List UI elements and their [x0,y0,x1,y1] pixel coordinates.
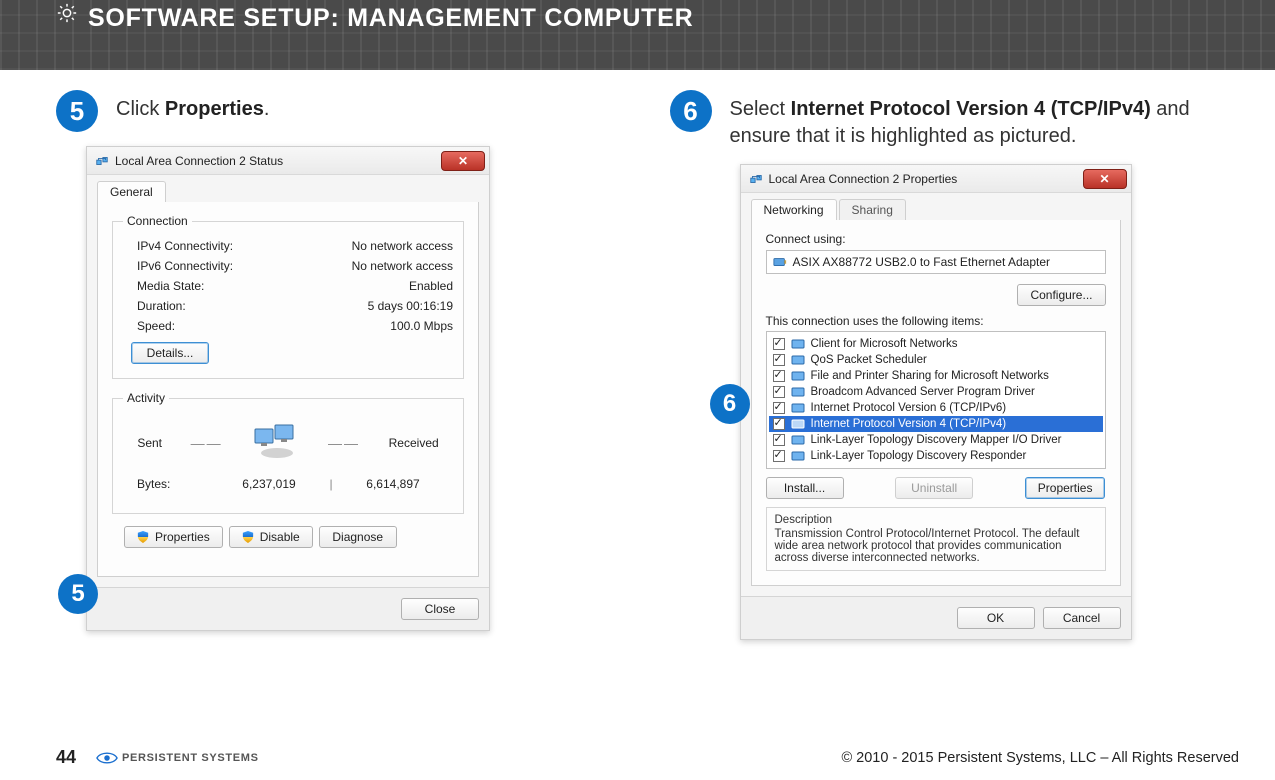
tab-sharing[interactable]: Sharing [839,199,906,220]
cancel-button[interactable]: Cancel [1043,607,1121,629]
uninstall-button: Uninstall [895,477,973,499]
props-titlebar: Local Area Connection 2 Properties ✕ [741,165,1131,193]
network-icon [749,172,763,186]
component-icon [791,449,805,463]
uses-label: This connection uses the following items… [766,314,1106,328]
tab-networking[interactable]: Networking [751,199,837,220]
nic-icon [773,255,787,269]
callout-5: 5 [58,574,98,614]
props-title: Local Area Connection 2 Properties [769,172,958,186]
component-icon [791,433,805,447]
list-item-label: File and Printer Sharing for Microsoft N… [811,370,1049,382]
kv-row: IPv4 Connectivity:No network access [123,236,453,256]
checkbox[interactable] [773,402,785,414]
brand-mark-icon [96,751,118,765]
description-label: Description [775,514,1097,526]
status-title: Local Area Connection 2 Status [115,154,283,168]
tab-general[interactable]: General [97,181,166,202]
list-item[interactable]: Client for Microsoft Networks [769,336,1103,352]
diagnose-button[interactable]: Diagnose [319,526,397,548]
checkbox[interactable] [773,354,785,366]
disable-button[interactable]: Disable [229,526,313,548]
items-list[interactable]: Client for Microsoft Networks QoS Packet … [766,331,1106,469]
page-footer: 44 PERSISTENT SYSTEMS © 2010 - 2015 Pers… [0,747,1275,768]
properties-dialog: Local Area Connection 2 Properties ✕ Net… [740,164,1132,640]
checkbox[interactable] [773,386,785,398]
details-button[interactable]: Details... [131,342,209,364]
status-titlebar: Local Area Connection 2 Status ✕ [87,147,489,175]
list-item-label: Link-Layer Topology Discovery Responder [811,450,1027,462]
callout-6: 6 [710,384,750,424]
close-icon: ✕ [458,155,468,167]
component-icon [791,353,805,367]
checkbox[interactable] [773,338,785,350]
item-properties-button[interactable]: Properties [1025,477,1106,499]
group-connection-label: Connection [123,214,192,228]
adapter-field: ASIX AX88772 USB2.0 to Fast Ethernet Ada… [766,250,1106,274]
kv-row: Media State:Enabled [123,276,453,296]
sent-label: Sent [137,436,162,450]
component-icon [791,369,805,383]
bytes-sent: 6,237,019 [217,477,321,491]
bytes-received: 6,614,897 [341,477,445,491]
connect-using-label: Connect using: [766,232,1106,246]
bytes-label: Bytes: [137,477,217,491]
properties-button[interactable]: Properties [124,526,223,548]
list-item-label: QoS Packet Scheduler [811,354,927,366]
checkbox[interactable] [773,418,785,430]
step-number-6: 6 [670,90,712,132]
component-icon [791,385,805,399]
configure-button[interactable]: Configure... [1017,284,1105,306]
close-button[interactable]: ✕ [441,151,485,171]
component-icon [791,401,805,415]
page-title: SOFTWARE SETUP: MANAGEMENT COMPUTER [88,4,693,33]
brand-logo: PERSISTENT SYSTEMS [96,751,259,765]
close-dialog-button[interactable]: Close [401,598,479,620]
checkbox[interactable] [773,434,785,446]
list-item-label: Internet Protocol Version 4 (TCP/IPv4) [811,418,1007,430]
checkbox[interactable] [773,450,785,462]
list-item[interactable]: Broadcom Advanced Server Program Driver [769,384,1103,400]
list-item[interactable]: Link-Layer Topology Discovery Mapper I/O… [769,432,1103,448]
close-icon: ✕ [1099,173,1109,185]
status-dialog: Local Area Connection 2 Status ✕ General… [86,146,490,631]
close-button[interactable]: ✕ [1083,169,1127,189]
list-item-label: Link-Layer Topology Discovery Mapper I/O… [811,434,1062,446]
checkbox[interactable] [773,370,785,382]
kv-row: Speed:100.0 Mbps [123,316,453,336]
shield-icon [242,531,254,543]
page-header: SOFTWARE SETUP: MANAGEMENT COMPUTER [0,0,1275,70]
step-5-text: Click Properties. [116,90,269,132]
description-text: Transmission Control Protocol/Internet P… [775,528,1097,564]
install-button[interactable]: Install... [766,477,844,499]
page-number: 44 [56,747,76,768]
list-item-label: Internet Protocol Version 6 (TCP/IPv6) [811,402,1007,414]
list-item-label: Client for Microsoft Networks [811,338,958,350]
received-label: Received [389,436,439,450]
ok-button[interactable]: OK [957,607,1035,629]
network-icon [95,154,109,168]
kv-row: Duration:5 days 00:16:19 [123,296,453,316]
component-icon [791,417,805,431]
list-item[interactable]: QoS Packet Scheduler [769,352,1103,368]
list-item[interactable]: File and Printer Sharing for Microsoft N… [769,368,1103,384]
step-number-5: 5 [56,90,98,132]
list-item[interactable]: Internet Protocol Version 6 (TCP/IPv6) [769,400,1103,416]
copyright: © 2010 - 2015 Persistent Systems, LLC – … [841,750,1239,766]
list-item-label: Broadcom Advanced Server Program Driver [811,386,1035,398]
monitors-icon [251,423,299,463]
list-item[interactable]: Link-Layer Topology Discovery Responder [769,448,1103,464]
component-icon [791,337,805,351]
group-activity-label: Activity [123,391,169,405]
step-6-text: Select Internet Protocol Version 4 (TCP/… [730,90,1240,150]
shield-icon [137,531,149,543]
list-item[interactable]: Internet Protocol Version 4 (TCP/IPv4) [769,416,1103,432]
kv-row: IPv6 Connectivity:No network access [123,256,453,276]
gear-icon [56,2,78,24]
